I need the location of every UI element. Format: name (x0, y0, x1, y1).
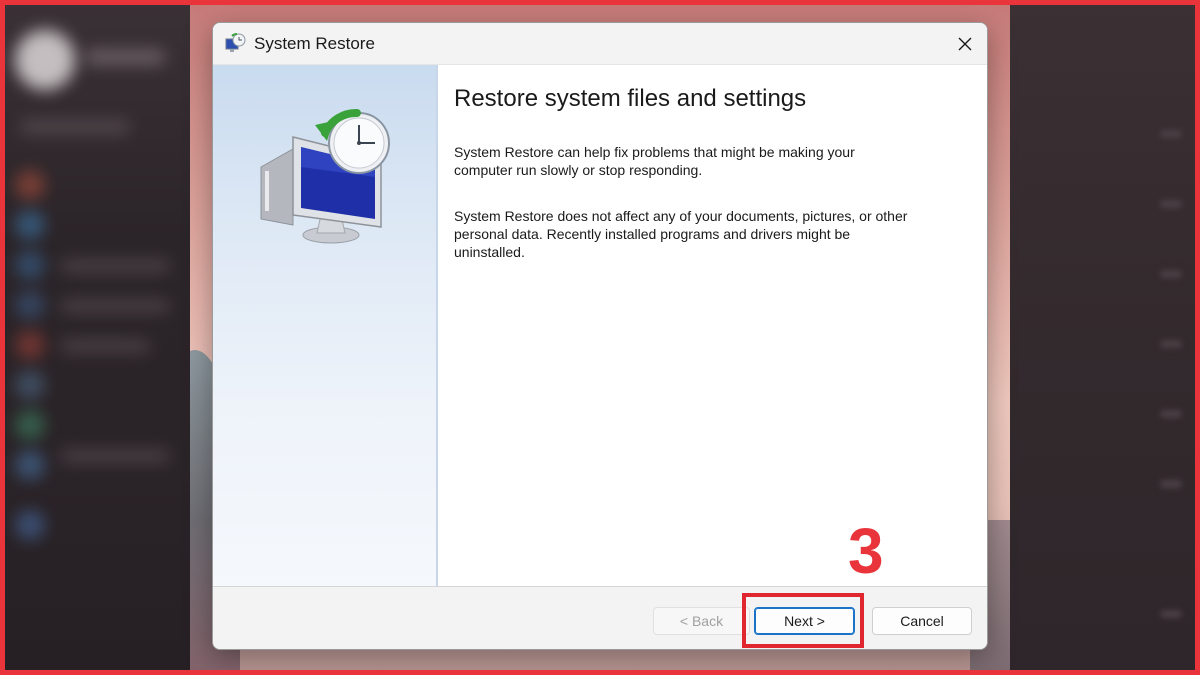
description-paragraph-1: System Restore can help fix problems tha… (454, 144, 855, 178)
title-bar[interactable]: System Restore (213, 23, 987, 64)
blurred-icon (15, 330, 45, 360)
blurred-icon (15, 410, 45, 440)
blurred-text (85, 50, 165, 64)
blurred-text (60, 300, 170, 312)
blurred-text (60, 450, 170, 462)
desktop-right-background (1010, 0, 1200, 675)
blurred-avatar (15, 30, 75, 90)
system-restore-monitor-clock-icon (260, 109, 390, 244)
blurred-icon (15, 450, 45, 480)
blurred-control (1160, 200, 1182, 208)
blurred-control (1160, 270, 1182, 278)
page-title: Restore system files and settings (454, 85, 807, 112)
blurred-text (20, 120, 130, 134)
step-number-annotation: 3 (848, 515, 884, 587)
blurred-icon (15, 210, 45, 240)
blurred-icon (15, 250, 45, 280)
side-panel (213, 65, 438, 587)
blurred-text (60, 260, 170, 272)
blurred-control (1160, 410, 1182, 418)
main-panel: Restore system files and settings System… (454, 65, 967, 587)
blurred-icon (15, 170, 45, 200)
dialog-content: Restore system files and settings System… (213, 64, 987, 587)
blurred-icon (15, 290, 45, 320)
blurred-icon (15, 370, 45, 400)
blurred-control (1160, 340, 1182, 348)
window-title: System Restore (254, 34, 375, 53)
close-icon (958, 37, 972, 50)
next-button-highlight (742, 593, 864, 648)
desktop-left-background (0, 0, 190, 675)
system-restore-icon (225, 33, 246, 52)
cancel-button[interactable]: Cancel (872, 607, 972, 635)
blurred-control (1160, 480, 1182, 488)
dialog-footer: < Back Next > Cancel (213, 586, 987, 649)
blurred-text (60, 340, 150, 352)
back-button[interactable]: < Back (653, 607, 750, 635)
blurred-control (1160, 130, 1182, 138)
close-button[interactable] (943, 23, 987, 64)
blurred-icon (15, 510, 45, 540)
description-paragraph-2: System Restore does not affect any of yo… (454, 208, 908, 260)
blurred-control (1160, 610, 1182, 618)
